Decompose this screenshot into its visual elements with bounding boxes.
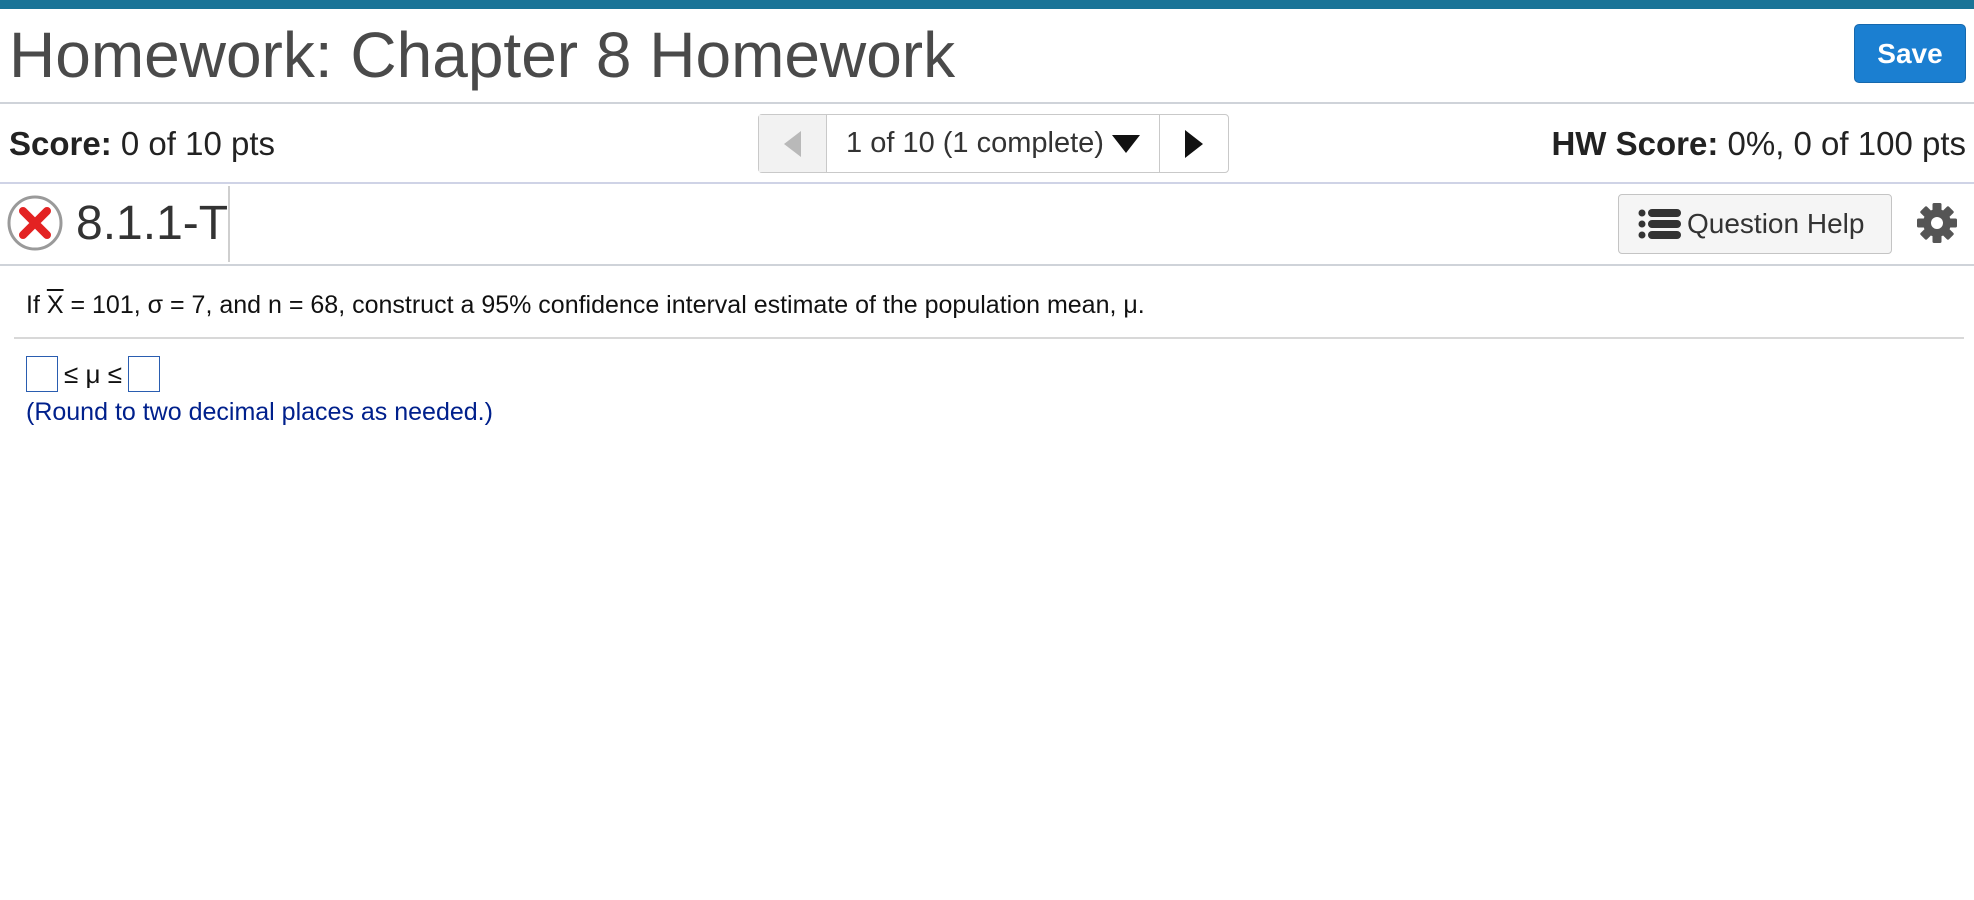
- page-title: Homework: Chapter 8 Homework: [9, 19, 956, 91]
- question-number: 8.1.1-T: [76, 197, 229, 250]
- hw-score: HW Score: 0%, 0 of 100 pts: [1551, 124, 1966, 164]
- answer-row: ≤ μ ≤: [26, 355, 160, 393]
- score-value: 0 of 10 pts: [120, 125, 275, 162]
- question-select-label: 1 of 10 (1 complete): [846, 127, 1104, 159]
- divider: [14, 337, 1964, 339]
- chevron-left-icon: [784, 130, 801, 157]
- hw-score-value: 0%, 0 of 100 pts: [1727, 125, 1967, 162]
- top-accent-bar: [0, 0, 1974, 9]
- gear-icon[interactable]: [1916, 202, 1958, 244]
- list-icon: [1638, 209, 1681, 239]
- answer-inequality: ≤ μ ≤: [64, 358, 122, 389]
- score: Score: 0 of 10 pts: [9, 124, 275, 164]
- score-label: Score:: [9, 125, 112, 162]
- problem-text-before: If: [26, 291, 47, 319]
- rounding-hint: (Round to two decimal places as needed.): [26, 398, 493, 426]
- title-bar: Homework: Chapter 8 Homework Save: [0, 9, 1974, 104]
- question-help-button[interactable]: Question Help: [1618, 194, 1892, 254]
- problem-statement: If X = 101, σ = 7, and n = 68, construct…: [26, 290, 1145, 320]
- question-select-dropdown[interactable]: 1 of 10 (1 complete): [827, 115, 1160, 172]
- x-circle-icon: [7, 195, 63, 251]
- problem-text-after: = 101, σ = 7, and n = 68, construct a 95…: [63, 291, 1145, 319]
- save-button[interactable]: Save: [1854, 24, 1966, 83]
- previous-question-button[interactable]: [759, 115, 827, 172]
- question-help-label: Question Help: [1687, 208, 1865, 239]
- caret-down-icon: [1111, 134, 1140, 153]
- hw-score-label: HW Score:: [1551, 125, 1719, 162]
- chevron-right-icon: [1185, 129, 1203, 158]
- score-bar: Score: 0 of 10 pts 1 of 10 (1 complete) …: [0, 104, 1974, 184]
- divider: [228, 186, 230, 262]
- lower-bound-input[interactable]: [26, 356, 58, 392]
- x-bar-symbol: X: [46, 291, 64, 319]
- question-pager: 1 of 10 (1 complete): [758, 114, 1229, 173]
- upper-bound-input[interactable]: [127, 356, 160, 392]
- question-header: 8.1.1-T Question Help: [0, 184, 1974, 266]
- next-question-button[interactable]: [1160, 115, 1228, 172]
